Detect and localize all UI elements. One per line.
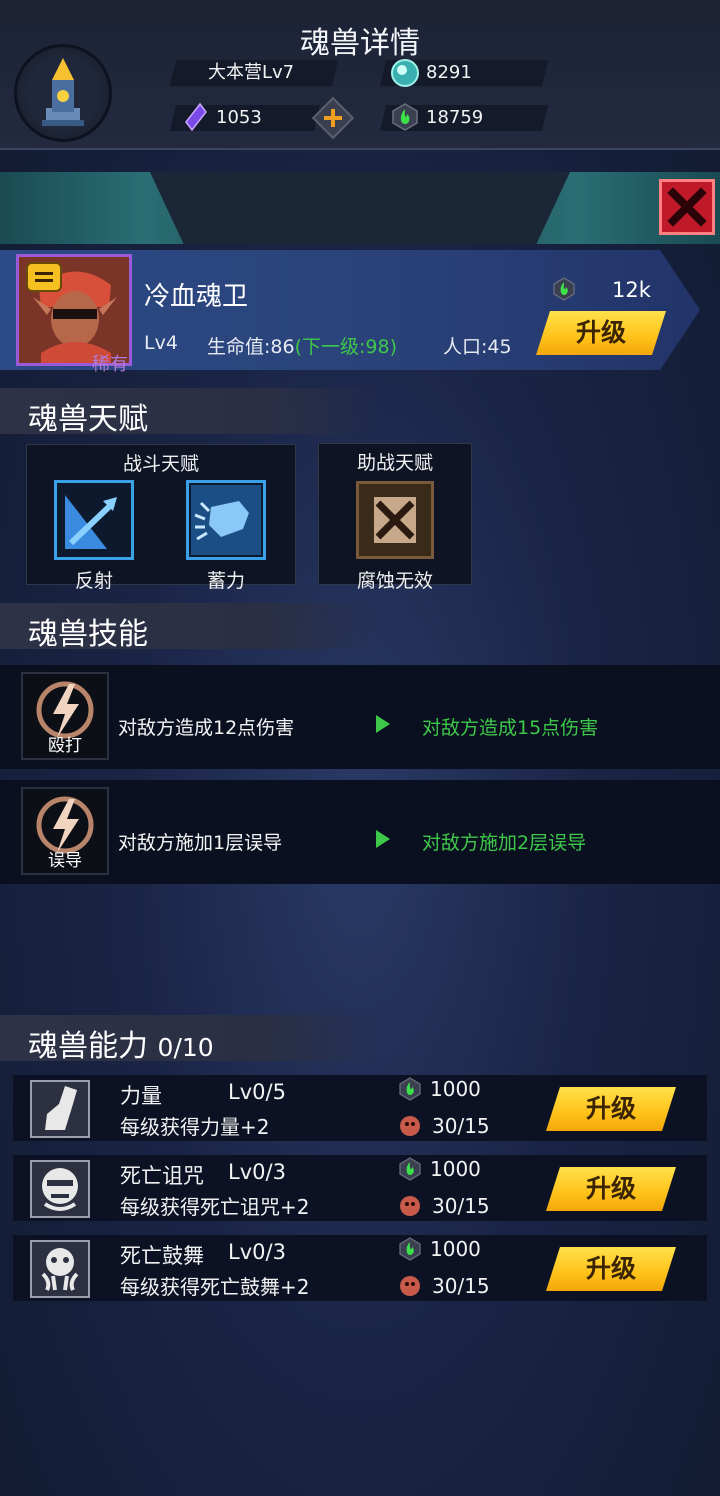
page-title: 魂兽详情 [300,26,420,61]
corrosion-immune-label: 腐蚀无效 [356,570,433,592]
beast-material-icon [400,1276,420,1296]
skill-current-effect: 对敌方造成12点伤害 [118,717,295,739]
charge-fist-icon [191,485,261,555]
hp-value: 生命值:86 [207,336,295,358]
hero-upgrade-button[interactable]: 升级 [536,311,666,355]
gem-amount: 1053 [216,107,262,128]
ability-section-header: 魂兽能力 0/10 [0,1015,380,1064]
ability-count: 0/10 [157,1033,214,1062]
ability-desc: 每级获得力量+2 [120,1115,270,1139]
ability-level: Lv0/3 [228,1160,286,1184]
ability-level: Lv0/3 [228,1240,286,1264]
green-soul-icon [392,103,418,131]
rarity-label: 稀有 [92,354,128,375]
ability-icon-box [30,1080,90,1138]
beast-material-icon [400,1196,420,1216]
skill-icon-label: 殴打 [48,736,82,756]
skill-row[interactable]: 误导 对敌方施加1层误导 对敌方施加2层误导 [0,780,720,884]
corrosion-immune-talent[interactable] [356,481,434,559]
combat-talent-title: 战斗天赋 [122,453,199,475]
green-soul-icon [399,1237,421,1261]
ability-upgrade-button[interactable]: 升级 [546,1167,676,1211]
skill-icon-label: 误导 [48,851,82,871]
close-button[interactable] [659,179,715,235]
beast-material-icon [400,1116,420,1136]
assist-talent-title: 助战天赋 [356,452,433,474]
ability-upgrade-button[interactable]: 升级 [546,1087,676,1131]
ability-icon-box [30,1160,90,1218]
base-level-box: 大本营Lv7 [170,60,338,86]
charge-talent-label: 蓄力 [206,570,245,592]
green-soul-icon [399,1157,421,1181]
next-level-arrow-icon [376,715,390,733]
title-bar [0,172,720,244]
title-plate [150,172,570,244]
plus-icon [324,109,342,127]
ability-soul-cost: 1000 [430,1157,481,1181]
ability-desc: 每级获得死亡鼓舞+2 [120,1275,310,1299]
hero-name: 冷血魂卫 [144,282,249,312]
soul-amount: 18759 [426,107,484,128]
hero-level: Lv4 [144,332,178,354]
ability-level: Lv0/5 [228,1080,286,1104]
chat-bubble-icon[interactable] [26,262,62,292]
skill-section-title: 魂兽技能 [28,617,148,652]
skill-next-effect: 对敌方施加2层误导 [422,832,587,854]
charge-talent[interactable] [186,480,266,560]
ability-icon-box [30,1240,90,1298]
hero-population: 人口:45 [443,336,512,358]
ability-material-cost: 30/15 [432,1194,490,1218]
ability-section-title: 魂兽能力 0/10 [28,1021,214,1065]
skill-icon-box: 误导 [21,787,109,875]
ability-upgrade-button[interactable]: 升级 [546,1247,676,1291]
ability-name: 力量 [120,1084,162,1108]
add-gem-button[interactable] [311,96,355,140]
crystal-orb-icon [391,59,419,87]
skill-row[interactable]: 殴打 对敌方造成12点伤害 对敌方造成15点伤害 [0,665,720,769]
ability-soul-cost: 1000 [430,1077,481,1101]
reflect-talent-label: 反射 [74,570,113,592]
ability-soul-cost: 1000 [430,1237,481,1261]
hero-hp: 生命值:86(下一级:98) [207,332,397,359]
corrosion-immune-icon [374,497,416,543]
next-level-arrow-icon [376,830,390,848]
hero-upgrade-cost: 12k [612,278,651,302]
skill-icon-box: 殴打 [21,672,109,760]
mask-curse-icon [42,1168,78,1211]
skill-current-effect: 对敌方施加1层误导 [118,832,283,854]
green-soul-icon [399,1077,421,1101]
talent-section-title: 魂兽天赋 [28,402,148,437]
ability-name: 死亡诅咒 [120,1164,204,1188]
ability-desc: 每级获得死亡诅咒+2 [120,1195,310,1219]
reflect-icon [65,495,117,549]
purple-gem-icon [185,102,207,132]
ability-name: 死亡鼓舞 [120,1244,204,1268]
skill-section-header: 魂兽技能 [0,603,380,652]
talent-section-header: 魂兽天赋 [0,388,380,437]
ability-material-cost: 30/15 [432,1114,490,1138]
close-icon [667,187,707,227]
arm-strength-icon [45,1086,77,1130]
ability-title-text: 魂兽能力 [28,1029,148,1064]
skull-inspire-icon [41,1248,79,1291]
reflect-talent[interactable] [54,480,134,560]
base-level-label: 大本营Lv7 [208,62,295,83]
tower-icon [42,58,84,126]
green-soul-icon [553,277,575,301]
ability-material-cost: 30/15 [432,1274,490,1298]
hp-next-value: (下一级:98) [294,336,397,358]
crystal-amount: 8291 [426,62,472,83]
skill-next-effect: 对敌方造成15点伤害 [422,717,599,739]
